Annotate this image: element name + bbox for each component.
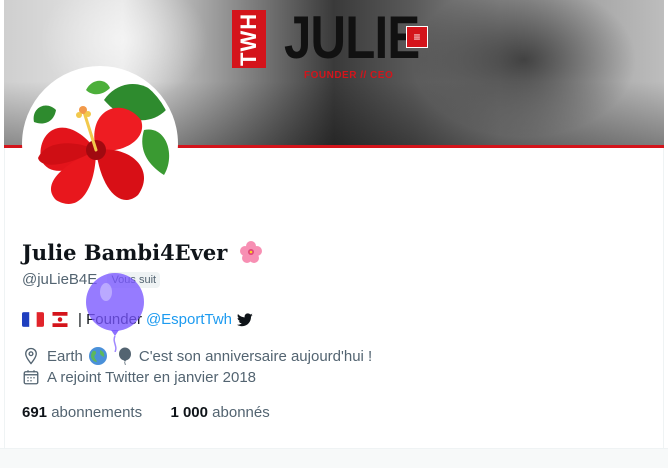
hibiscus-emoji-icon bbox=[239, 241, 262, 263]
followers-label: abonnés bbox=[212, 404, 270, 421]
location-text: Earth bbox=[47, 347, 83, 365]
location-pin-icon bbox=[25, 347, 37, 365]
display-name-text: Julie Bambi4Ever bbox=[22, 240, 228, 265]
bottom-divider bbox=[0, 448, 668, 468]
bio-mention-link[interactable]: @EsportTwh bbox=[146, 311, 232, 328]
display-name: Julie Bambi4Ever bbox=[22, 240, 263, 265]
birthday-balloon-icon bbox=[86, 273, 144, 352]
following-count: 691 bbox=[22, 404, 48, 421]
calendar-icon bbox=[23, 370, 39, 385]
banner-name: JULIE bbox=[284, 4, 420, 71]
profile-meta-row: A rejoint Twitter en janvier 2018 bbox=[22, 368, 256, 386]
banner-logo-icon: ≡ bbox=[406, 26, 428, 48]
followers-link[interactable]: 1 000 abonnés bbox=[170, 404, 269, 421]
avatar[interactable] bbox=[22, 66, 178, 222]
hibiscus-avatar-image bbox=[26, 70, 174, 218]
earth-globe-icon bbox=[88, 347, 107, 365]
balloon-icon bbox=[118, 347, 131, 365]
birthday-text: C'est son anniversaire aujourd'hui ! bbox=[138, 347, 373, 365]
banner-role: FOUNDER // CEO bbox=[304, 70, 394, 81]
following-link[interactable]: 691 abonnements bbox=[22, 404, 146, 421]
twitter-bird-icon bbox=[237, 312, 253, 326]
followers-count: 1 000 bbox=[170, 404, 208, 421]
follow-stats: 691 abonnements 1 000 abonnés bbox=[22, 404, 270, 421]
banner-brand: TWH bbox=[232, 10, 266, 68]
joined-date-text: A rejoint Twitter en janvier 2018 bbox=[47, 368, 257, 386]
following-label: abonnements bbox=[51, 404, 143, 421]
profile-meta-row: Earth C'est son anniversaire aujourd'hui… bbox=[22, 346, 372, 366]
france-flag-icon bbox=[22, 312, 44, 327]
polynesia-flag-icon bbox=[52, 312, 68, 327]
